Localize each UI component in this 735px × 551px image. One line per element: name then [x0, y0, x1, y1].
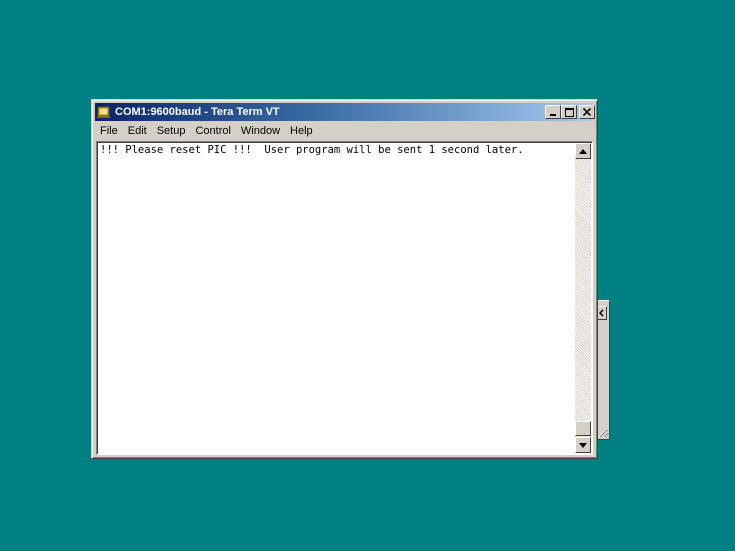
background-scroll-left-button[interactable]	[597, 306, 607, 320]
minimize-button[interactable]	[545, 105, 561, 119]
terminal-area[interactable]: !!! Please reset PIC !!! User program wi…	[96, 141, 593, 455]
desktop: COM1:9600baud - Tera Term VT File Edit S…	[0, 0, 735, 551]
menu-edit[interactable]: Edit	[123, 122, 152, 140]
menu-window[interactable]: Window	[236, 122, 285, 140]
minimize-icon	[550, 114, 556, 116]
maximize-button[interactable]	[561, 105, 577, 119]
arrow-down-icon	[579, 442, 587, 448]
arrow-left-icon	[599, 309, 604, 317]
terminal-output-line: !!! Please reset PIC !!! User program wi…	[100, 144, 524, 156]
menu-setup[interactable]: Setup	[152, 122, 191, 140]
maximize-icon	[564, 107, 574, 117]
menu-help[interactable]: Help	[285, 122, 318, 140]
window-title: COM1:9600baud - Tera Term VT	[115, 106, 280, 118]
menu-control[interactable]: Control	[190, 122, 235, 140]
close-button[interactable]	[579, 105, 595, 119]
vertical-scrollbar[interactable]	[575, 143, 591, 453]
resize-grip-icon[interactable]	[597, 424, 609, 438]
scroll-up-button[interactable]	[575, 143, 591, 159]
close-icon	[583, 108, 591, 116]
arrow-up-icon	[579, 148, 587, 154]
scroll-down-button[interactable]	[575, 437, 591, 453]
tera-term-icon[interactable]	[97, 105, 111, 119]
menu-file[interactable]: File	[95, 122, 123, 140]
menu-bar: File Edit Setup Control Window Help	[95, 122, 594, 140]
scroll-thumb[interactable]	[575, 421, 591, 436]
tera-term-window[interactable]: COM1:9600baud - Tera Term VT File Edit S…	[91, 99, 598, 459]
title-bar[interactable]: COM1:9600baud - Tera Term VT	[95, 103, 595, 121]
